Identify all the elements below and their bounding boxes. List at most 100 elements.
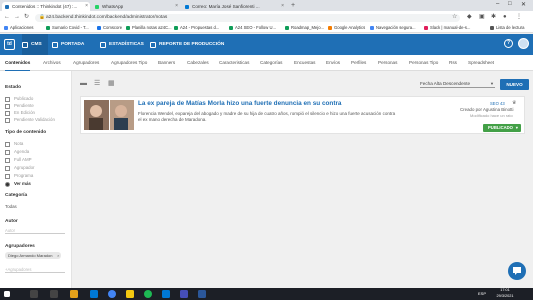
bookmark-item[interactable]: Aplicaciones xyxy=(4,25,34,31)
word-icon[interactable] xyxy=(198,290,206,298)
sort-select[interactable]: Fecha Alta Descendente ▼ xyxy=(420,80,495,88)
mail-app-icon[interactable] xyxy=(90,290,98,298)
subnav-personas[interactable]: Personas xyxy=(378,55,397,71)
back-arrow-icon[interactable]: ← xyxy=(4,13,10,22)
autor-input[interactable]: Autor xyxy=(5,227,65,234)
tab-whatsapp[interactable]: WhatsApp × xyxy=(92,2,180,11)
categoria-select[interactable]: Todas xyxy=(5,204,17,209)
article-title[interactable]: La ex pareja de Matías Morla hizo una fu… xyxy=(138,100,342,107)
close-window-icon[interactable]: ✕ xyxy=(521,1,526,8)
checkbox[interactable] xyxy=(5,173,10,179)
language-indicator[interactable]: ESP xyxy=(478,291,486,296)
checkbox[interactable] xyxy=(5,96,10,102)
bookmark-item[interactable]: Sumario Covid - T... xyxy=(46,25,89,31)
filter-en-edicion[interactable]: En Edición xyxy=(5,110,35,116)
close-tab-icon[interactable]: × xyxy=(281,2,284,11)
chrome-icon[interactable] xyxy=(108,290,116,298)
checkbox[interactable] xyxy=(5,117,10,123)
thinkindot-logo[interactable]: td xyxy=(4,39,15,50)
forward-arrow-icon[interactable]: → xyxy=(14,13,20,22)
reading-list-button[interactable]: Lista de lectura xyxy=(490,25,524,31)
nav-cms[interactable]: CMS xyxy=(22,34,48,55)
url-input[interactable]: 🔒 a24.backend.thinkindot.com/backend/adm… xyxy=(35,13,460,22)
star-icon[interactable]: ☆ xyxy=(452,13,457,22)
bookmark-item[interactable]: A24 SEO - Follow U... xyxy=(229,25,276,31)
help-icon[interactable]: ? xyxy=(504,39,513,48)
subnav-envios[interactable]: Envíos xyxy=(326,55,340,71)
bookmark-item[interactable]: Roadmap_Mejo... xyxy=(285,25,324,31)
bookmark-item[interactable]: Comscore xyxy=(97,25,122,31)
nav-portada[interactable]: PORTADA xyxy=(52,34,84,55)
checkbox[interactable] xyxy=(5,110,10,116)
bookmark-item[interactable]: Navegación segura... xyxy=(370,25,416,31)
agrupador-chip[interactable]: Diego Armando Maradon × xyxy=(5,252,62,259)
nav-reporte-produccion[interactable]: REPORTE DE PRODUCCIÓN xyxy=(150,34,224,55)
ver-mas-link[interactable]: Ver más xyxy=(5,181,31,187)
subnav-archivos[interactable]: Archivos xyxy=(43,55,61,71)
nav-label: CMS xyxy=(31,42,42,47)
subnav-encuestas[interactable]: Encuestas xyxy=(294,55,315,71)
bookmark-item[interactable]: Planilla notas a24C... xyxy=(126,25,172,31)
teams-icon[interactable] xyxy=(180,290,188,298)
more-menu-icon[interactable]: ⋮ xyxy=(516,13,522,22)
minimize-icon[interactable]: – xyxy=(496,1,499,7)
extension-icon[interactable]: ◆ xyxy=(467,13,472,22)
article-thumbnail[interactable] xyxy=(84,100,134,130)
task-view-icon[interactable] xyxy=(50,290,58,298)
bookmark-item[interactable]: Google Analytics xyxy=(328,25,365,31)
profile-icon[interactable]: ● xyxy=(503,13,507,22)
bookmark-item[interactable]: Slack | manual-de-s... xyxy=(424,25,470,31)
nav-estadisticas[interactable]: ESTADÍSTICAS xyxy=(100,34,144,55)
subnav-rss[interactable]: Rss xyxy=(449,55,457,71)
checkbox[interactable] xyxy=(5,103,10,109)
new-content-button[interactable]: NUEVO xyxy=(500,79,529,90)
subnav-categorias[interactable]: Categorías xyxy=(260,55,282,71)
edge-icon[interactable] xyxy=(162,290,170,298)
chat-icon[interactable] xyxy=(508,262,526,280)
subnav-contenidos[interactable]: Contenidos xyxy=(5,55,31,71)
system-clock[interactable]: 17:01 29/3/2021 xyxy=(492,288,518,299)
subnav-personas-tipo[interactable]: Personas Tipo xyxy=(409,55,438,71)
agrupadores-input[interactable]: +Agrupadores xyxy=(5,266,65,273)
status-dropdown[interactable]: PUBLICADO ▾ xyxy=(483,124,521,132)
checkbox[interactable] xyxy=(5,149,10,155)
filter-programa[interactable]: Programa xyxy=(5,173,33,179)
extension-icon[interactable]: ▣ xyxy=(479,13,485,22)
subnav-cabezales[interactable]: Cabezales xyxy=(187,55,209,71)
search-icon[interactable] xyxy=(30,290,38,298)
close-tab-icon[interactable]: × xyxy=(85,2,88,11)
app-icon[interactable] xyxy=(126,290,134,298)
remove-chip-icon[interactable]: × xyxy=(57,252,59,259)
tab-contenidos[interactable]: Contenidos :: Thinkindot (47) :... × xyxy=(2,2,90,11)
list-view-icon[interactable]: ▬ xyxy=(80,80,90,87)
compact-view-icon[interactable]: ☰ xyxy=(94,80,104,87)
checkbox[interactable] xyxy=(5,141,10,147)
subnav-perfiles[interactable]: Perfiles xyxy=(351,55,366,71)
windows-start-icon[interactable] xyxy=(4,291,10,297)
subnav-caracteristicas[interactable]: Caracteristicas xyxy=(219,55,249,71)
checkbox[interactable] xyxy=(5,165,10,171)
spotify-icon[interactable] xyxy=(144,290,152,298)
filter-nota[interactable]: Nota xyxy=(5,141,23,147)
filter-publicado[interactable]: Publicado xyxy=(5,96,33,102)
filter-pendiente-validacion[interactable]: Pendiente Validación xyxy=(5,117,55,123)
close-tab-icon[interactable]: × xyxy=(175,2,178,11)
filter-full-amp[interactable]: Full AMP xyxy=(5,157,32,163)
filter-pendiente[interactable]: Pendiente xyxy=(5,103,34,109)
subnav-agrupadores[interactable]: Agrupadores xyxy=(73,55,99,71)
new-tab-button[interactable]: + xyxy=(291,2,295,10)
tab-correo[interactable]: Correo: María José Sanfiorenti ... × xyxy=(182,2,286,11)
filter-agrupador[interactable]: Agrupador xyxy=(5,165,35,171)
subnav-spreadsheet[interactable]: Spreadsheet xyxy=(468,55,494,71)
subnav-banners[interactable]: Banners xyxy=(158,55,175,71)
extensions-puzzle-icon[interactable]: ✱ xyxy=(491,13,496,22)
checkbox[interactable] xyxy=(5,157,10,163)
user-avatar[interactable] xyxy=(518,38,529,49)
grid-view-icon[interactable]: ▦ xyxy=(108,80,118,87)
filter-agenda[interactable]: Agenda xyxy=(5,149,29,155)
bookmark-item[interactable]: A24 - Propuestas d... xyxy=(174,25,219,31)
subnav-agrupadores-tipo[interactable]: Agrupadores Tipo xyxy=(111,55,147,71)
reload-icon[interactable]: ↻ xyxy=(24,13,29,22)
file-explorer-icon[interactable] xyxy=(70,290,78,298)
maximize-icon[interactable]: □ xyxy=(508,1,512,7)
